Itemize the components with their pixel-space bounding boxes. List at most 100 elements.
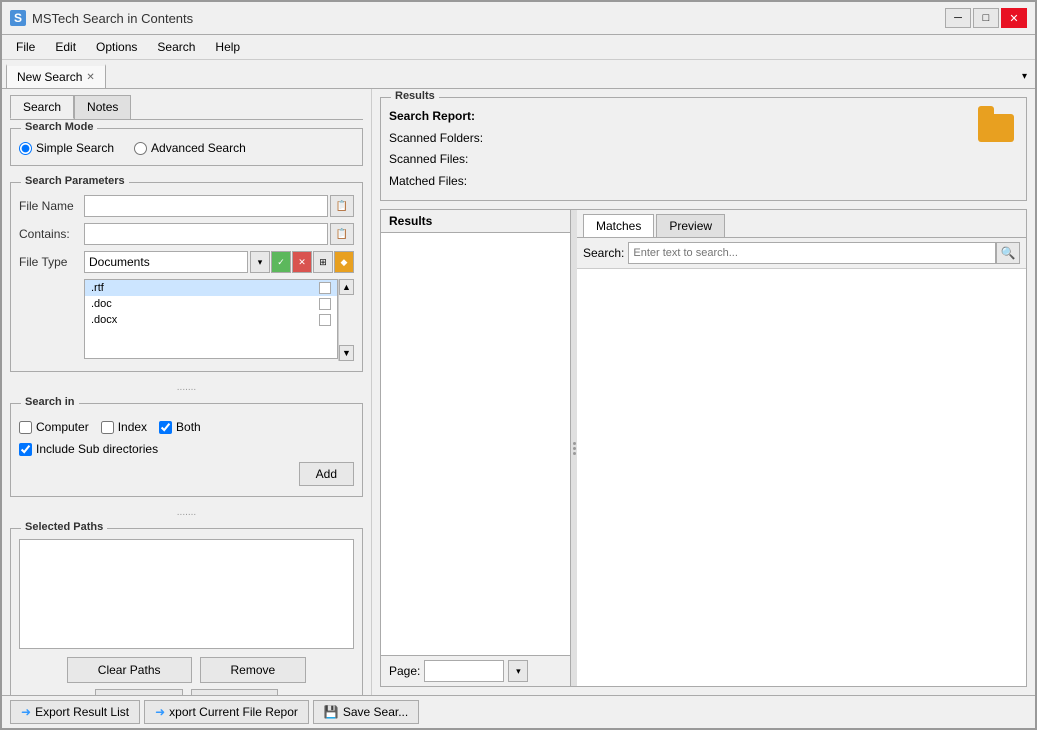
filetype-diamond-btn[interactable]: ◆ (334, 251, 354, 273)
filetype-list: .rtf .doc .docx (84, 279, 338, 359)
scanned-folders-label: Scanned Folders: (389, 131, 483, 145)
cb-subdir-label: Include Sub directories (36, 442, 158, 456)
clear-paths-button[interactable]: Clear Paths (67, 657, 192, 683)
cb-both-label: Both (176, 420, 201, 434)
contains-browse-btn[interactable]: 📋 (330, 223, 354, 245)
paths-buttons: Clear Paths Remove (19, 657, 354, 683)
close-button[interactable]: ✕ (1001, 8, 1027, 28)
cb-both-input[interactable] (159, 421, 172, 434)
cb-computer-input[interactable] (19, 421, 32, 434)
results-labels: Search Report: Scanned Folders: Scanned … (389, 106, 483, 192)
radio-simple[interactable]: Simple Search (19, 141, 114, 155)
restore-button[interactable]: □ (973, 8, 999, 28)
cb-index-input[interactable] (101, 421, 114, 434)
filetype-scroll-up[interactable]: ▲ (339, 279, 354, 295)
results-report: Search Report: Scanned Folders: Scanned … (389, 106, 1018, 192)
tab-preview[interactable]: Preview (656, 214, 725, 237)
results-list-header: Results (381, 210, 570, 233)
filetype-label-docx: .docx (91, 314, 319, 326)
filetype-grid-btn[interactable]: ⊞ (313, 251, 333, 273)
search-in-group: Search in Computer Index Both (10, 403, 363, 497)
results-main-area: Results Page: ▾ Ma (380, 209, 1027, 687)
stop-button[interactable]: Stop (191, 689, 278, 695)
window-controls: ─ □ ✕ (945, 8, 1027, 28)
tab-matches[interactable]: Matches (583, 214, 654, 237)
filetype-item-doc[interactable]: .doc (85, 296, 337, 312)
filetype-label: File Type (19, 255, 84, 269)
export-result-label: Export Result List (35, 705, 129, 719)
page-input[interactable] (424, 660, 504, 682)
menubar: File Edit Options Search Help (2, 35, 1035, 60)
export-result-icon: ➜ (21, 705, 31, 719)
preview-search-input[interactable] (628, 242, 996, 264)
menu-help[interactable]: Help (207, 37, 248, 57)
cb-subdir-input[interactable] (19, 443, 32, 456)
results-list-content (381, 233, 570, 655)
filetype-check-btn[interactable]: ✓ (271, 251, 291, 273)
filetype-item-docx[interactable]: .docx (85, 312, 337, 328)
filetype-scrollbar: ▲ ▼ (338, 279, 354, 361)
tab-search[interactable]: Search (10, 95, 74, 119)
main-tab-new-search[interactable]: New Search ✕ (6, 64, 106, 88)
filetype-controls: ▾ ✓ ✕ ⊞ ◆ (250, 251, 354, 273)
filetype-dropdown-btn[interactable]: ▾ (250, 251, 270, 273)
filename-label: File Name (19, 199, 84, 213)
save-search-label: Save Sear... (343, 705, 408, 719)
filetype-select[interactable]: Documents (84, 251, 248, 273)
radio-advanced[interactable]: Advanced Search (134, 141, 246, 155)
tab-notes[interactable]: Notes (74, 95, 131, 119)
cb-computer[interactable]: Computer (19, 420, 89, 434)
menu-search[interactable]: Search (149, 37, 203, 57)
filename-browse-btn[interactable]: 📋 (330, 195, 354, 217)
export-file-label: xport Current File Repor (169, 705, 298, 719)
filetype-list-wrapper: .rtf .doc .docx (84, 279, 354, 361)
drag-dot-3 (573, 452, 576, 455)
preview-search-row: Search: 🔍 (577, 238, 1026, 269)
search-in-row: Computer Index Both (19, 416, 354, 438)
radio-advanced-input[interactable] (134, 142, 147, 155)
contains-input[interactable] (84, 223, 328, 245)
menu-file[interactable]: File (8, 37, 43, 57)
scanned-files-label: Scanned Files: (389, 152, 468, 166)
filetype-item-rtf[interactable]: .rtf (85, 280, 337, 296)
preview-content (577, 269, 1026, 686)
export-file-btn[interactable]: ➜ xport Current File Repor (144, 700, 309, 724)
menu-edit[interactable]: Edit (47, 37, 84, 57)
search-in-title: Search in (21, 396, 79, 408)
filetype-check-doc (319, 298, 331, 310)
radio-simple-input[interactable] (19, 142, 32, 155)
menu-options[interactable]: Options (88, 37, 145, 57)
cb-computer-label: Computer (36, 420, 89, 434)
tab-arrow-icon[interactable]: ▾ (1018, 67, 1031, 86)
results-group-title: Results (391, 90, 439, 102)
tabbar: New Search ✕ ▾ (2, 60, 1035, 89)
filetype-label-rtf: .rtf (91, 282, 319, 294)
add-button[interactable]: Add (299, 462, 354, 486)
minimize-button[interactable]: ─ (945, 8, 971, 28)
contains-row: Contains: 📋 (19, 223, 354, 245)
preview-panel: Matches Preview Search: 🔍 (577, 210, 1026, 686)
titlebar-left: S MSTech Search in Contents (10, 10, 193, 26)
remove-button[interactable]: Remove (200, 657, 307, 683)
window-title: MSTech Search in Contents (32, 11, 193, 26)
start-stop-buttons: Start Stop (19, 689, 354, 695)
divider-dots-2: ....... (2, 505, 371, 520)
tab-close-icon[interactable]: ✕ (86, 72, 94, 83)
filetype-scroll-down[interactable]: ▼ (339, 345, 354, 361)
export-result-btn[interactable]: ➜ Export Result List (10, 700, 140, 724)
inner-tabs: Search Notes (2, 89, 371, 119)
cb-index-label: Index (118, 420, 147, 434)
page-dropdown-btn[interactable]: ▾ (508, 660, 528, 682)
folder-icon[interactable] (978, 106, 1018, 142)
filename-input[interactable] (84, 195, 328, 217)
preview-tabs: Matches Preview (577, 210, 1026, 238)
cb-both[interactable]: Both (159, 420, 201, 434)
filetype-x-btn[interactable]: ✕ (292, 251, 312, 273)
save-search-btn[interactable]: 💾 Save Sear... (313, 700, 419, 724)
cb-subdir[interactable]: Include Sub directories (19, 442, 354, 456)
selected-paths-title: Selected Paths (21, 521, 107, 533)
cb-index[interactable]: Index (101, 420, 147, 434)
drag-dot-1 (573, 442, 576, 445)
start-button[interactable]: Start (95, 689, 182, 695)
preview-search-btn[interactable]: 🔍 (996, 242, 1020, 264)
